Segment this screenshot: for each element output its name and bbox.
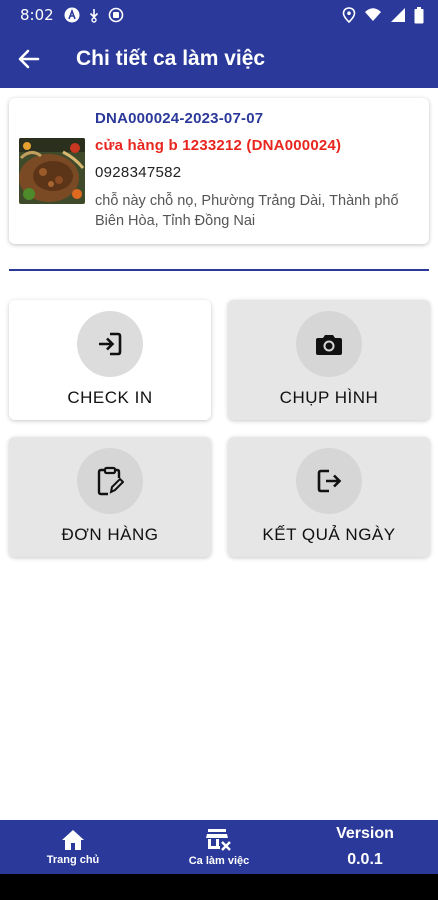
shift-code: DNA000024-2023-07-07 bbox=[95, 110, 264, 127]
store-card: DNA000024-2023-07-07 cửa hàng b 1233212 … bbox=[9, 98, 429, 244]
version-info: Version 0.0.1 bbox=[292, 820, 438, 874]
take-photo-button[interactable]: CHỤP HÌNH bbox=[228, 300, 430, 420]
download-icon bbox=[88, 7, 100, 23]
back-button[interactable] bbox=[0, 30, 58, 88]
daily-result-button[interactable]: KẾT QUẢ NGÀY bbox=[228, 437, 430, 557]
nav-home[interactable]: Trang chủ bbox=[0, 820, 146, 874]
system-nav-bar bbox=[0, 874, 438, 900]
a-badge-icon bbox=[64, 7, 80, 23]
version-number: 0.0.1 bbox=[347, 851, 383, 868]
daily-result-label: KẾT QUẢ NGÀY bbox=[262, 525, 396, 544]
check-in-icon-circle bbox=[77, 311, 143, 377]
orders-button[interactable]: ĐƠN HÀNG bbox=[9, 437, 211, 557]
shop-close-icon bbox=[206, 828, 232, 852]
nav-shift-label: Ca làm việc bbox=[188, 854, 250, 867]
login-icon bbox=[96, 330, 124, 358]
nav-home-label: Trang chủ bbox=[46, 853, 100, 866]
wifi-icon bbox=[364, 7, 382, 23]
check-in-label: CHECK IN bbox=[67, 388, 153, 407]
page-title: Chi tiết ca làm việc bbox=[76, 47, 266, 70]
arrow-left-icon bbox=[18, 48, 40, 70]
daily-result-icon-circle bbox=[296, 448, 362, 514]
location-icon bbox=[342, 7, 356, 23]
section-divider bbox=[9, 269, 429, 271]
bottom-nav: Trang chủ Ca làm việc Version 0.0.1 bbox=[0, 820, 438, 874]
status-bar: 8:02 bbox=[0, 0, 438, 30]
check-in-button[interactable]: CHECK IN bbox=[9, 300, 211, 420]
home-icon bbox=[61, 829, 85, 851]
status-icons-right bbox=[342, 6, 424, 24]
sync-icon bbox=[108, 7, 124, 23]
store-name: cửa hàng b 1233212 (DNA000024) bbox=[95, 137, 342, 154]
camera-icon bbox=[315, 331, 343, 357]
battery-icon bbox=[414, 6, 424, 24]
take-photo-icon-circle bbox=[296, 311, 362, 377]
take-photo-label: CHỤP HÌNH bbox=[279, 388, 379, 407]
store-phone: 0928347582 bbox=[95, 164, 182, 181]
nav-shift[interactable]: Ca làm việc bbox=[146, 820, 292, 874]
version-title: Version bbox=[336, 825, 394, 842]
clipboard-edit-icon bbox=[96, 466, 124, 496]
app-bar: Chi tiết ca làm việc bbox=[0, 30, 438, 88]
orders-label: ĐƠN HÀNG bbox=[61, 525, 159, 544]
store-image bbox=[19, 138, 85, 204]
orders-icon-circle bbox=[77, 448, 143, 514]
status-time: 8:02 bbox=[20, 6, 54, 24]
signal-icon bbox=[390, 7, 406, 23]
store-address: chỗ này chỗ nọ, Phường Trảng Dài, Thành … bbox=[95, 193, 399, 229]
status-icons-left bbox=[64, 7, 124, 23]
logout-icon bbox=[315, 467, 343, 495]
